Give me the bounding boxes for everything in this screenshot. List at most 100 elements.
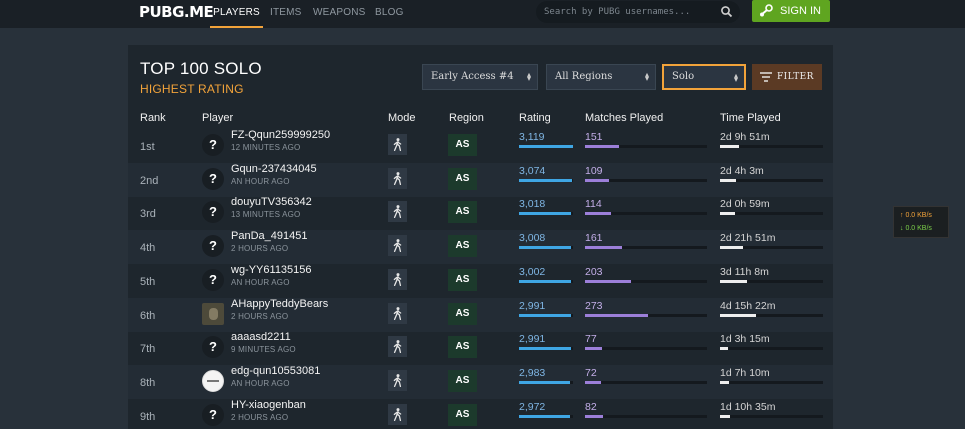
rank-cell: 2nd <box>140 174 159 187</box>
rating-value: 3,008 <box>519 232 546 245</box>
select-caret-icon: ▴ ▾ <box>733 71 738 84</box>
col-rating[interactable]: Rating <box>519 112 551 124</box>
time-played-bar-fill <box>720 279 747 283</box>
time-played-bar <box>720 178 823 182</box>
rating-bar-fill <box>519 178 572 182</box>
matches-value: 273 <box>585 299 603 312</box>
region-badge: AS <box>448 201 477 224</box>
region-badge: AS <box>448 268 477 291</box>
nav-players[interactable]: PLAYERS <box>210 0 263 28</box>
mode-select[interactable]: Solo ▴ ▾ <box>662 64 746 90</box>
time-played-value: 2d 21h 51m <box>720 232 776 245</box>
matches-bar-fill <box>585 414 604 418</box>
mode-badge <box>388 302 407 324</box>
rating-value: 2,991 <box>519 333 546 346</box>
matches-value: 151 <box>585 131 603 143</box>
col-region[interactable]: Region <box>449 112 484 124</box>
mode-badge <box>388 201 407 223</box>
top-navbar: PUBG.ME PLAYERS ITEMS WEAPONS BLOG SIGN … <box>0 0 965 28</box>
rank-cell: 7th <box>140 343 156 356</box>
search-icon[interactable] <box>720 5 734 19</box>
rank-cell: 5th <box>140 275 156 288</box>
matches-bar <box>585 347 707 351</box>
col-mode[interactable]: Mode <box>388 112 416 124</box>
matches-bar <box>585 414 707 418</box>
time-played-value: 2d 9h 51m <box>720 131 770 143</box>
avatar-placeholder: ? <box>202 167 224 190</box>
mode-value: Solo <box>672 71 695 82</box>
avatar-placeholder: ? <box>202 235 224 258</box>
nav-items[interactable]: ITEMS <box>270 0 302 28</box>
region-badge: AS <box>448 134 477 156</box>
table-row[interactable]: 7th? aaaasd2211 9 MINUTES AGO AS 2,991 77 1d 3… <box>128 331 833 365</box>
table-row[interactable]: 3rd? douyuTV356342 13 MINUTES AGO AS 3,018 11… <box>128 196 833 230</box>
col-matches[interactable]: Matches Played <box>585 112 663 124</box>
last-seen-text: 2 HOURS AGO <box>231 412 289 422</box>
rating-bar <box>519 380 573 384</box>
last-seen-text: 12 MINUTES AGO <box>231 143 301 152</box>
sign-in-button[interactable]: SIGN IN <box>752 0 830 22</box>
player-name-link[interactable]: HY-xiaogenban <box>231 399 306 411</box>
filter-label: FILTER <box>777 72 814 82</box>
season-select[interactable]: Early Access #4 ▴ ▾ <box>422 64 538 90</box>
table-row[interactable]: 8th edg-qun10553081 AN HOUR AGO AS 2,983 72 1d… <box>128 364 833 399</box>
table-row[interactable]: 6th AHappyTeddyBears 2 HOURS AGO AS 2,991 273… <box>128 297 833 332</box>
player-name-link[interactable]: FZ-Qqun259999250 <box>231 129 330 141</box>
last-seen-text: 2 HOURS AGO <box>231 311 289 321</box>
rating-value: 3,074 <box>519 164 546 177</box>
steam-icon <box>760 4 773 17</box>
download-speed: 0.0 KB/s <box>905 225 932 232</box>
rating-bar-fill <box>519 212 572 216</box>
table-row[interactable]: 2nd? Gqun-237434045 AN HOUR AGO AS 3,074 109 2… <box>128 162 833 197</box>
time-played-bar <box>720 246 823 250</box>
table-row[interactable]: 1st? FZ-Qqun259999250 12 MINUTES AGO AS 3,11… <box>128 129 833 163</box>
rank-cell: 4th <box>140 242 156 255</box>
matches-value: 82 <box>585 400 597 413</box>
nav-weapons[interactable]: WEAPONS <box>313 0 366 28</box>
region-badge: AS <box>448 336 477 359</box>
upload-speed: 0.0 KB/s <box>905 212 932 219</box>
last-seen-text: 2 HOURS AGO <box>231 244 289 254</box>
matches-value: 161 <box>585 232 603 245</box>
time-played-bar <box>720 212 823 216</box>
player-name-link[interactable]: Gqun-237434045 <box>231 163 317 175</box>
matches-bar-fill <box>585 212 611 216</box>
page-title: TOP 100 SOLO <box>140 59 262 78</box>
player-name-link[interactable]: PanDa_491451 <box>231 230 307 242</box>
rank-cell: 6th <box>140 309 156 322</box>
player-name-link[interactable]: aaaasd2211 <box>231 331 291 343</box>
player-name-link[interactable]: AHappyTeddyBears <box>231 298 328 310</box>
rating-bar-fill <box>519 145 573 148</box>
matches-bar-fill <box>585 246 622 250</box>
rating-bar-fill <box>519 347 571 351</box>
rating-bar <box>519 246 573 250</box>
season-value: Early Access #4 <box>431 71 514 82</box>
col-rank[interactable]: Rank <box>140 112 166 124</box>
nav-blog[interactable]: BLOG <box>375 0 404 28</box>
col-time[interactable]: Time Played <box>720 112 781 124</box>
rating-value: 2,972 <box>519 400 546 413</box>
table-row[interactable]: 5th? wg-YY61135156 AN HOUR AGO AS 3,002 203 3d… <box>128 264 833 298</box>
site-logo[interactable]: PUBG.ME <box>139 0 214 24</box>
rating-bar-fill <box>519 414 571 418</box>
matches-bar-fill <box>585 145 620 148</box>
filter-button[interactable]: FILTER <box>752 64 822 90</box>
time-played-bar-fill <box>720 178 737 182</box>
search-input[interactable] <box>544 4 714 20</box>
col-player[interactable]: Player <box>202 112 233 124</box>
avatar-placeholder: ? <box>202 403 224 426</box>
avatar-placeholder: ? <box>202 336 224 359</box>
time-played-value: 4d 15h 22m <box>720 299 776 312</box>
time-played-value: 1d 7h 10m <box>720 366 770 379</box>
time-played-bar <box>720 145 823 148</box>
region-badge: AS <box>448 167 477 190</box>
avatar <box>202 369 224 392</box>
player-name-link[interactable]: edg-qun10553081 <box>231 365 320 377</box>
region-select[interactable]: All Regions ▴ ▾ <box>546 64 656 90</box>
rating-bar <box>519 178 573 182</box>
player-name-link[interactable]: douyuTV356342 <box>231 196 312 208</box>
last-seen-text: AN HOUR AGO <box>231 176 290 186</box>
table-row[interactable]: 9th? HY-xiaogenban 2 HOURS AGO AS 2,972 82 1d … <box>128 399 833 429</box>
table-row[interactable]: 4th? PanDa_491451 2 HOURS AGO AS 3,008 161 2d … <box>128 230 833 265</box>
player-name-link[interactable]: wg-YY61135156 <box>231 264 312 276</box>
